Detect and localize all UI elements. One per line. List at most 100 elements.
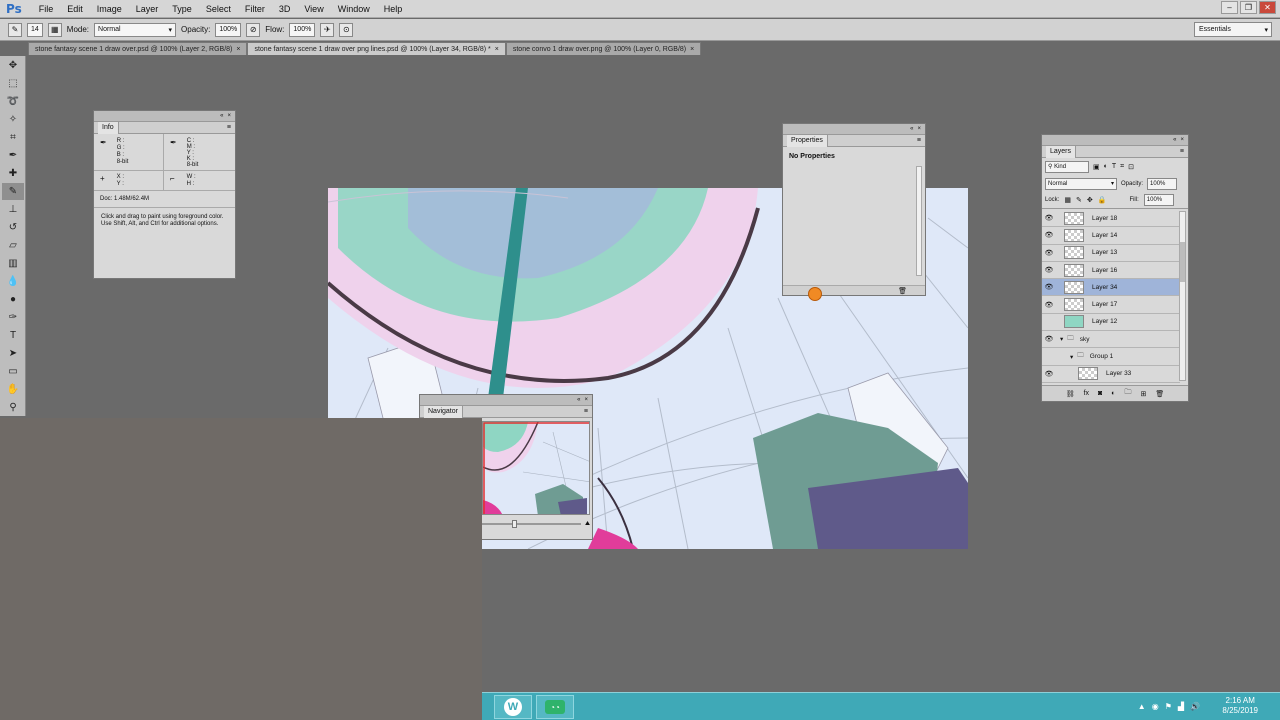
minimize-button[interactable]: –: [1221, 1, 1238, 14]
close-icon[interactable]: ×: [584, 397, 588, 403]
document-tab[interactable]: stone convo 1 draw over.png @ 100% (Laye…: [505, 42, 702, 55]
visibility-eye-icon[interactable]: 👁: [1042, 249, 1056, 257]
opacity-input[interactable]: 100%: [215, 22, 242, 37]
zoom-in-icon[interactable]: ⛰: [585, 521, 590, 528]
expand-arrow-icon[interactable]: ▾: [1060, 335, 1063, 343]
visibility-eye-icon[interactable]: 👁: [1042, 370, 1056, 378]
close-icon[interactable]: ×: [1180, 137, 1184, 143]
panel-menu-icon[interactable]: ≡: [1180, 148, 1184, 155]
pen-tool-icon[interactable]: ✑: [2, 309, 24, 326]
expand-arrow-icon[interactable]: ▾: [1070, 353, 1073, 361]
layer-opacity-input[interactable]: 100%: [1147, 177, 1178, 190]
lock-all-icon[interactable]: 🔒: [1098, 196, 1107, 204]
crop-tool-icon[interactable]: ⌗: [2, 129, 24, 146]
restore-button[interactable]: ❐: [1240, 1, 1257, 14]
eraser-tool-icon[interactable]: ▱: [2, 237, 24, 254]
layers-scrollbar[interactable]: [1179, 211, 1186, 381]
panel-menu-icon[interactable]: ≡: [917, 137, 921, 144]
airbrush-icon[interactable]: ✈: [320, 22, 335, 37]
collapse-icon[interactable]: «: [1173, 137, 1176, 143]
healing-brush-tool-icon[interactable]: ✚: [2, 165, 24, 182]
path-selection-tool-icon[interactable]: ➤: [2, 345, 24, 362]
menu-view[interactable]: View: [297, 4, 330, 14]
brush-size-picker[interactable]: 14: [27, 22, 43, 37]
pressure-size-icon[interactable]: ⊙: [339, 22, 354, 37]
gradient-tool-icon[interactable]: ▥: [2, 255, 24, 272]
lock-transparency-icon[interactable]: ▦: [1064, 196, 1071, 204]
layers-tab[interactable]: Layers: [1046, 145, 1077, 158]
layer-filter-select[interactable]: ⚲ Kind: [1045, 160, 1089, 173]
layer-group-row[interactable]: 👁 ▾ 🗀 sky: [1042, 331, 1180, 349]
smart-object-filter-icon[interactable]: ⊡: [1128, 163, 1134, 171]
close-icon[interactable]: ×: [495, 46, 499, 53]
document-tab[interactable]: stone fantasy scene 1 draw over.psd @ 10…: [28, 42, 248, 55]
menu-type[interactable]: Type: [165, 4, 199, 14]
rectangle-tool-icon[interactable]: ▭: [2, 363, 24, 380]
move-tool-icon[interactable]: ✥: [2, 57, 24, 74]
visibility-eye-icon[interactable]: 👁: [1042, 266, 1056, 274]
menu-select[interactable]: Select: [199, 4, 238, 14]
menu-edit[interactable]: Edit: [60, 4, 90, 14]
eyedropper-tool-icon[interactable]: ✒: [2, 147, 24, 164]
trash-icon[interactable]: 🗑: [898, 287, 907, 295]
collapse-icon[interactable]: «: [577, 397, 580, 403]
close-icon[interactable]: ×: [236, 46, 240, 53]
fill-input[interactable]: 100%: [1143, 194, 1174, 206]
mode-select[interactable]: Normal ▾: [94, 22, 177, 37]
layer-row[interactable]: 👁 Layer 33: [1042, 366, 1180, 383]
visibility-eye-icon[interactable]: 👁: [1042, 335, 1056, 343]
hand-tool-icon[interactable]: ✋: [2, 381, 24, 398]
trash-icon[interactable]: 🗑: [1155, 390, 1164, 398]
close-icon[interactable]: ×: [917, 126, 921, 132]
info-tab[interactable]: Info: [98, 121, 119, 134]
lock-pixels-icon[interactable]: ✎: [1076, 196, 1082, 204]
menu-window[interactable]: Window: [331, 4, 377, 14]
pixel-filter-icon[interactable]: ▣: [1093, 163, 1100, 171]
dodge-tool-icon[interactable]: ●: [2, 291, 24, 308]
layers-scroll-thumb[interactable]: [1180, 242, 1185, 282]
taskbar-clock[interactable]: 2:16 AM 8/25/2019: [1222, 696, 1258, 716]
clone-stamp-tool-icon[interactable]: ⊥: [2, 201, 24, 218]
document-tab-active[interactable]: stone fantasy scene 1 draw over png line…: [247, 42, 506, 55]
zoom-tool-icon[interactable]: ⚲: [2, 399, 24, 416]
tray-expand-icon[interactable]: ▲: [1138, 702, 1146, 711]
brush-tool-icon[interactable]: ✎: [2, 183, 24, 200]
shape-filter-icon[interactable]: ⌗: [1120, 163, 1124, 171]
history-brush-tool-icon[interactable]: ↺: [2, 219, 24, 236]
layer-row[interactable]: 👁 Layer 18: [1042, 210, 1180, 228]
visibility-eye-icon[interactable]: 👁: [1042, 231, 1056, 239]
layer-row[interactable]: 👁 Layer 16: [1042, 262, 1180, 280]
blur-tool-icon[interactable]: 💧: [2, 273, 24, 290]
new-group-icon[interactable]: 🗀: [1125, 388, 1132, 399]
menu-filter[interactable]: Filter: [238, 4, 272, 14]
quick-select-tool-icon[interactable]: ✧: [2, 111, 24, 128]
workspace-switcher[interactable]: Essentials ▾: [1194, 22, 1272, 37]
app-w-button[interactable]: W: [494, 695, 532, 719]
type-tool-icon[interactable]: T: [2, 327, 24, 344]
panel-menu-icon[interactable]: ≡: [584, 408, 588, 415]
type-filter-icon[interactable]: T: [1112, 163, 1116, 170]
visibility-eye-icon[interactable]: 👁: [1042, 301, 1056, 309]
brush-tool-preset-icon[interactable]: ✎: [8, 22, 22, 37]
blend-mode-select[interactable]: Normal ▾: [1045, 177, 1117, 190]
properties-tab[interactable]: Properties: [787, 134, 828, 147]
menu-image[interactable]: Image: [90, 4, 129, 14]
properties-scrollbar[interactable]: [916, 166, 922, 276]
flag-icon[interactable]: ⚑: [1165, 702, 1172, 711]
menu-layer[interactable]: Layer: [129, 4, 166, 14]
brush-panel-toggle-icon[interactable]: ▦: [47, 22, 62, 37]
navigator-thumbnail[interactable]: [482, 421, 590, 515]
adjustment-layer-icon[interactable]: ◐: [1111, 390, 1115, 397]
layer-row[interactable]: 👁 Layer 17: [1042, 296, 1180, 314]
close-icon[interactable]: ×: [690, 46, 694, 53]
visibility-eye-icon[interactable]: 👁: [1042, 214, 1056, 222]
layer-group-row[interactable]: ▾ 🗀 Group 1: [1042, 348, 1180, 366]
pressure-opacity-icon[interactable]: ⊘: [246, 22, 261, 37]
close-button[interactable]: ✕: [1259, 1, 1276, 14]
tray-app-icon[interactable]: ◉: [1152, 702, 1159, 711]
lock-position-icon[interactable]: ✥: [1087, 196, 1093, 204]
layer-style-icon[interactable]: fx: [1084, 390, 1089, 397]
visibility-eye-icon[interactable]: 👁: [1042, 283, 1056, 291]
marquee-tool-icon[interactable]: ⬚: [2, 75, 24, 92]
close-icon[interactable]: ×: [227, 113, 231, 119]
